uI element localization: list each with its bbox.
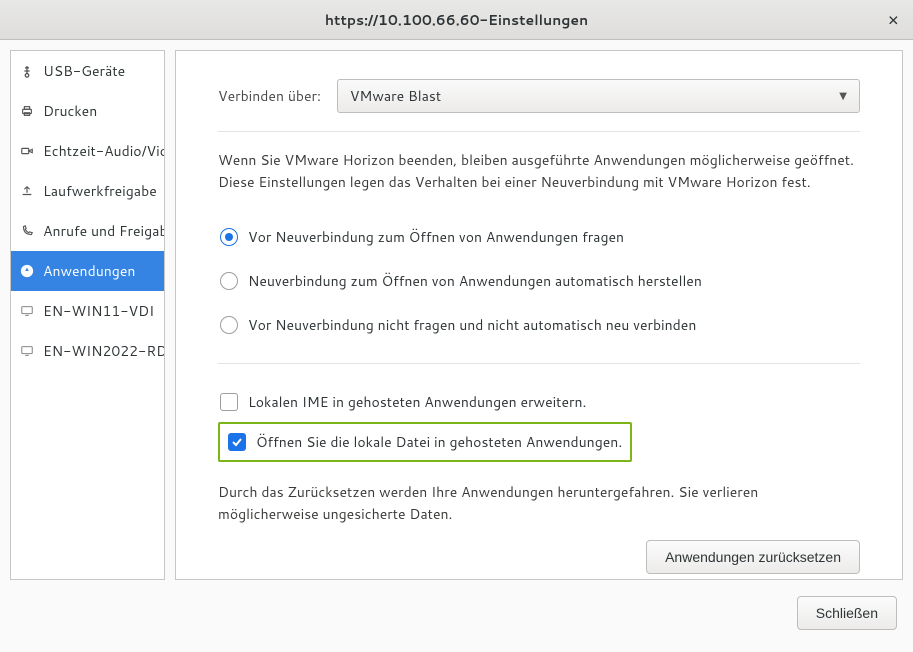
select-value: VMware Blast: [350, 86, 441, 106]
monitor-icon: [19, 343, 35, 359]
radio-auto-reconnect[interactable]: Neuverbindung zum Öffnen von Anwendungen…: [218, 259, 860, 303]
phone-icon: [19, 223, 35, 239]
reconnect-radio-group: Vor Neuverbindung zum Öffnen von Anwendu…: [218, 215, 860, 347]
monitor-icon: [19, 303, 35, 319]
checkbox-open-local-file[interactable]: Öffnen Sie die lokale Datei in gehostete…: [226, 426, 624, 458]
divider: [218, 363, 860, 364]
footer: Schließen: [0, 590, 913, 630]
connect-row: Verbinden über: VMware Blast ▼: [218, 79, 860, 113]
sidebar-item-label: USB-Geräte: [43, 61, 125, 81]
apps-icon: [19, 263, 35, 279]
sidebar-item-label: EN-WIN11-VDI: [43, 301, 154, 321]
content-area: USB-Geräte Drucken Echtzeit-Audio/Video …: [0, 40, 913, 590]
sidebar-item-usb[interactable]: USB-Geräte: [11, 51, 164, 91]
window-title: https://10.100.66.60-Einstellungen: [325, 10, 588, 30]
sidebar-item-label: Drucken: [43, 101, 97, 121]
radio-icon: [220, 228, 238, 246]
titlebar: https://10.100.66.60-Einstellungen ×: [0, 0, 913, 40]
divider: [218, 131, 860, 132]
sidebar-item-applications[interactable]: Anwendungen: [11, 251, 164, 291]
checkbox-extend-ime[interactable]: Lokalen IME in gehosteten Anwendungen er…: [218, 382, 860, 422]
checkbox-label: Öffnen Sie die lokale Datei in gehostete…: [256, 432, 622, 452]
sidebar-item-label: EN-WIN2022-RDSH: [43, 341, 164, 361]
main-panel: Verbinden über: VMware Blast ▼ Wenn Sie …: [175, 50, 903, 580]
reset-row: Anwendungen zurücksetzen: [218, 540, 860, 574]
radio-icon: [220, 316, 238, 334]
highlight-annotation: Öffnen Sie die lokale Datei in gehostete…: [218, 422, 632, 462]
usb-icon: [19, 63, 35, 79]
reset-description: Durch das Zurücksetzen werden Ihre Anwen…: [218, 482, 860, 525]
close-button[interactable]: Schließen: [797, 596, 897, 630]
reset-applications-button[interactable]: Anwendungen zurücksetzen: [646, 540, 860, 574]
sidebar-item-calls[interactable]: Anrufe und Freigabe: [11, 211, 164, 251]
printer-icon: [19, 103, 35, 119]
radio-ask-before-reconnect[interactable]: Vor Neuverbindung zum Öffnen von Anwendu…: [218, 215, 860, 259]
share-icon: [19, 183, 35, 199]
checkbox-icon: [220, 393, 238, 411]
sidebar-item-label: Laufwerkfreigabe: [43, 181, 157, 201]
behavior-description: Wenn Sie VMware Horizon beenden, bleiben…: [218, 150, 860, 193]
close-icon[interactable]: ×: [888, 10, 899, 28]
radio-label: Vor Neuverbindung nicht fragen und nicht…: [248, 315, 696, 335]
camera-icon: [19, 143, 35, 159]
radio-label: Neuverbindung zum Öffnen von Anwendungen…: [248, 271, 702, 291]
checkbox-icon: [228, 433, 246, 451]
chevron-down-icon: ▼: [839, 89, 847, 103]
sidebar-item-label: Anrufe und Freigabe: [43, 221, 164, 241]
connect-protocol-select[interactable]: VMware Blast ▼: [337, 79, 860, 113]
radio-no-reconnect[interactable]: Vor Neuverbindung nicht fragen und nicht…: [218, 303, 860, 347]
sidebar-item-vdi2[interactable]: EN-WIN2022-RDSH: [11, 331, 164, 371]
sidebar: USB-Geräte Drucken Echtzeit-Audio/Video …: [10, 50, 165, 580]
radio-icon: [220, 272, 238, 290]
sidebar-item-vdi1[interactable]: EN-WIN11-VDI: [11, 291, 164, 331]
radio-label: Vor Neuverbindung zum Öffnen von Anwendu…: [248, 227, 624, 247]
sidebar-item-print[interactable]: Drucken: [11, 91, 164, 131]
checkbox-label: Lokalen IME in gehosteten Anwendungen er…: [248, 392, 586, 412]
connect-label: Verbinden über:: [218, 86, 321, 106]
sidebar-item-drive[interactable]: Laufwerkfreigabe: [11, 171, 164, 211]
sidebar-item-label: Echtzeit-Audio/Video: [43, 141, 164, 161]
sidebar-item-rtav[interactable]: Echtzeit-Audio/Video: [11, 131, 164, 171]
sidebar-item-label: Anwendungen: [43, 261, 135, 281]
